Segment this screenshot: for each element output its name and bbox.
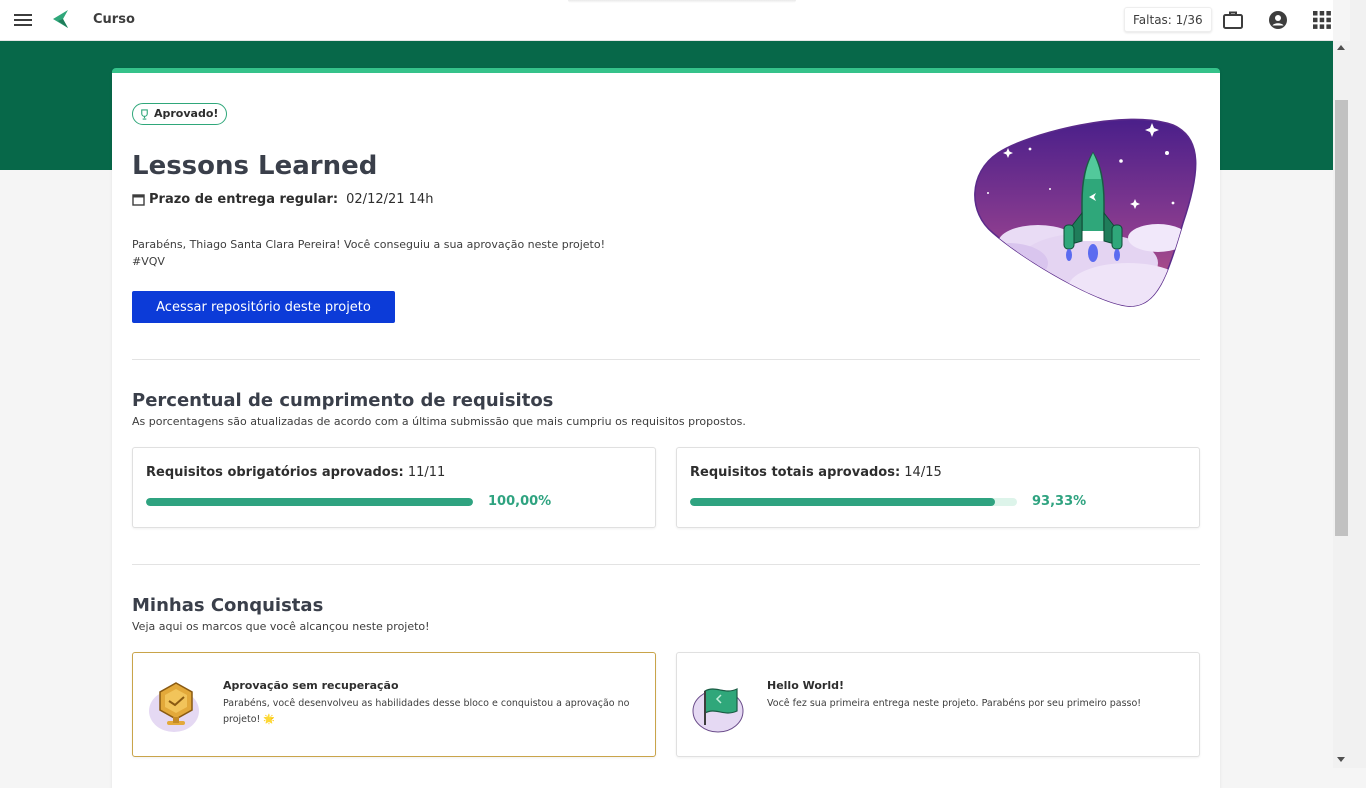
- progress-percent: 93,33%: [1032, 494, 1087, 509]
- progress-fill: [690, 498, 996, 506]
- divider: [132, 359, 1200, 360]
- scroll-down-arrow-icon[interactable]: [1337, 757, 1345, 762]
- achievement-description: Você fez sua primeira entrega neste proj…: [767, 698, 1142, 709]
- requirements-title: Percentual de cumprimento de requisitos: [132, 390, 554, 411]
- achievement-card[interactable]: Aprovação sem recuperação Parabéns, você…: [132, 652, 656, 757]
- medal-icon: [149, 682, 199, 732]
- rocket-illustration: [974, 118, 1197, 307]
- approved-badge-label: Aprovado!: [154, 107, 219, 120]
- faltas-counter: Faltas: 1/36: [1124, 7, 1212, 32]
- achievement-title: Hello World!: [767, 679, 844, 692]
- progress-bar: [146, 498, 473, 506]
- achievement-description: Parabéns, você desenvolveu as habilidade…: [223, 698, 630, 725]
- scroll-up-arrow-icon[interactable]: [1337, 45, 1345, 50]
- progress-percent: 100,00%: [488, 494, 552, 509]
- scrollbar[interactable]: [1333, 41, 1350, 768]
- top-shadow: [568, 0, 796, 3]
- approval-message: Parabéns, Thiago Santa Clara Pereira! Vo…: [132, 236, 605, 270]
- achievements-subtitle: Veja aqui os marcos que você alcançou ne…: [132, 620, 430, 633]
- requirements-subtitle: As porcentagens são atualizadas de acord…: [132, 415, 746, 428]
- repo-button[interactable]: Acessar repositório deste projeto: [132, 291, 395, 323]
- achievement-title: Aprovação sem recuperação: [223, 679, 399, 692]
- approved-badge: Aprovado!: [132, 103, 228, 125]
- requirement-label: Requisitos obrigatórios aprovados: 11/11: [146, 465, 445, 480]
- account-icon[interactable]: [1267, 9, 1289, 31]
- flag-icon: [692, 688, 744, 733]
- page-title: Lessons Learned: [132, 151, 378, 181]
- menu-icon[interactable]: [14, 11, 32, 29]
- requirement-label: Requisitos totais aprovados: 14/15: [690, 465, 942, 480]
- calendar-icon: [132, 194, 145, 206]
- scrollbar-thumb[interactable]: [1335, 100, 1348, 536]
- trophy-icon: [141, 108, 148, 120]
- required-requirements-card: Requisitos obrigatórios aprovados: 11/11…: [132, 447, 656, 528]
- total-requirements-card: Requisitos totais aprovados: 14/15 93,33…: [676, 447, 1200, 528]
- approval-hashtag: #VQV: [132, 255, 165, 268]
- briefcase-icon[interactable]: [1222, 9, 1244, 31]
- requirement-value: 14/15: [904, 465, 942, 480]
- achievements-title: Minhas Conquistas: [132, 595, 324, 616]
- deadline: Prazo de entrega regular: 02/12/21 14h: [132, 192, 433, 207]
- requirement-label-text: Requisitos totais aprovados:: [690, 465, 901, 480]
- progress-bar: [690, 498, 1017, 506]
- logo-icon[interactable]: [50, 8, 72, 30]
- course-link[interactable]: Curso: [93, 12, 135, 27]
- requirement-value: 11/11: [407, 465, 446, 480]
- progress-fill: [146, 498, 473, 506]
- achievement-card[interactable]: Hello World! Você fez sua primeira entre…: [676, 652, 1200, 757]
- window-edge: [1350, 0, 1366, 768]
- apps-grid-icon[interactable]: [1311, 9, 1333, 31]
- project-card: Aprovado! Lessons Learned Prazo de entre…: [112, 68, 1220, 788]
- divider: [132, 564, 1200, 565]
- deadline-value: 02/12/21 14h: [346, 192, 434, 207]
- approval-message-line: Parabéns, Thiago Santa Clara Pereira! Vo…: [132, 238, 605, 251]
- deadline-label: Prazo de entrega regular:: [149, 192, 339, 207]
- requirement-label-text: Requisitos obrigatórios aprovados:: [146, 465, 404, 480]
- top-bar: Curso Faltas: 1/36: [0, 0, 1333, 41]
